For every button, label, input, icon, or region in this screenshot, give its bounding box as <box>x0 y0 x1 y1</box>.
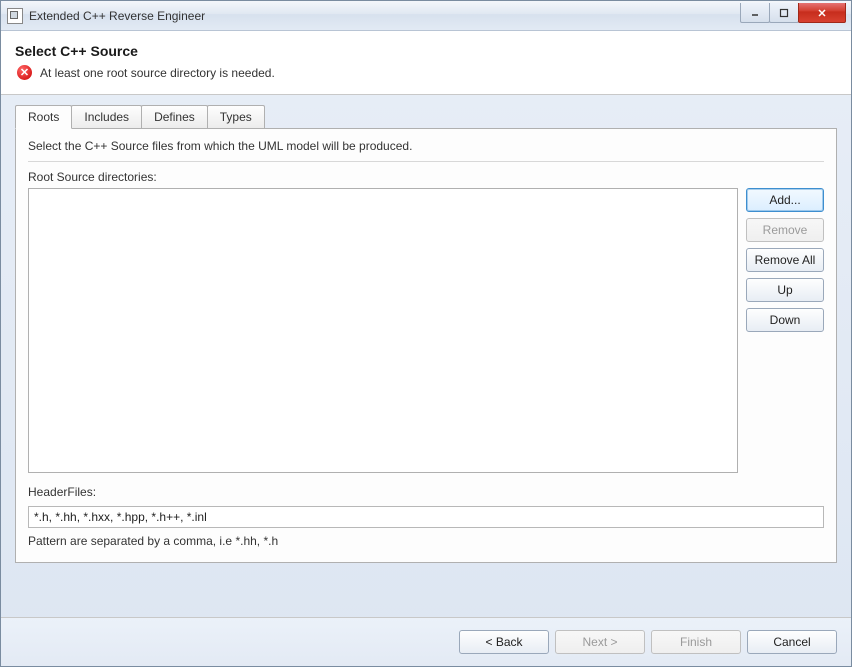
tab-panel-roots: Select the C++ Source files from which t… <box>15 128 837 563</box>
down-button[interactable]: Down <box>746 308 824 332</box>
back-button[interactable]: < Back <box>459 630 549 654</box>
up-button[interactable]: Up <box>746 278 824 302</box>
window-title: Extended C++ Reverse Engineer <box>29 9 741 23</box>
minimize-button[interactable] <box>740 3 770 23</box>
root-directories-list[interactable] <box>28 188 738 473</box>
remove-button: Remove <box>746 218 824 242</box>
wizard-footer: < Back Next > Finish Cancel <box>1 617 851 666</box>
separator <box>28 161 824 162</box>
tab-types[interactable]: Types <box>207 105 265 128</box>
maximize-button[interactable] <box>769 3 799 23</box>
tab-includes[interactable]: Includes <box>71 105 142 128</box>
content-area: Roots Includes Defines Types Select the … <box>1 95 851 617</box>
app-icon <box>7 8 23 24</box>
close-button[interactable] <box>798 3 846 23</box>
root-directories-label: Root Source directories: <box>28 170 824 184</box>
tab-roots[interactable]: Roots <box>15 105 72 129</box>
cancel-button[interactable]: Cancel <box>747 630 837 654</box>
tab-strip: Roots Includes Defines Types <box>15 105 837 128</box>
page-title: Select C++ Source <box>15 43 837 59</box>
validation-message: At least one root source directory is ne… <box>40 66 275 80</box>
panel-description: Select the C++ Source files from which t… <box>28 139 824 153</box>
wizard-header: Select C++ Source ✕ At least one root so… <box>1 31 851 95</box>
next-button: Next > <box>555 630 645 654</box>
error-icon: ✕ <box>17 65 32 80</box>
headerfiles-input[interactable] <box>28 506 824 528</box>
finish-button: Finish <box>651 630 741 654</box>
dialog-window: Extended C++ Reverse Engineer Select C++… <box>0 0 852 667</box>
tab-defines[interactable]: Defines <box>141 105 208 128</box>
titlebar[interactable]: Extended C++ Reverse Engineer <box>1 1 851 31</box>
pattern-hint: Pattern are separated by a comma, i.e *.… <box>28 534 824 548</box>
headerfiles-label: HeaderFiles: <box>28 485 824 499</box>
remove-all-button[interactable]: Remove All <box>746 248 824 272</box>
add-button[interactable]: Add... <box>746 188 824 212</box>
